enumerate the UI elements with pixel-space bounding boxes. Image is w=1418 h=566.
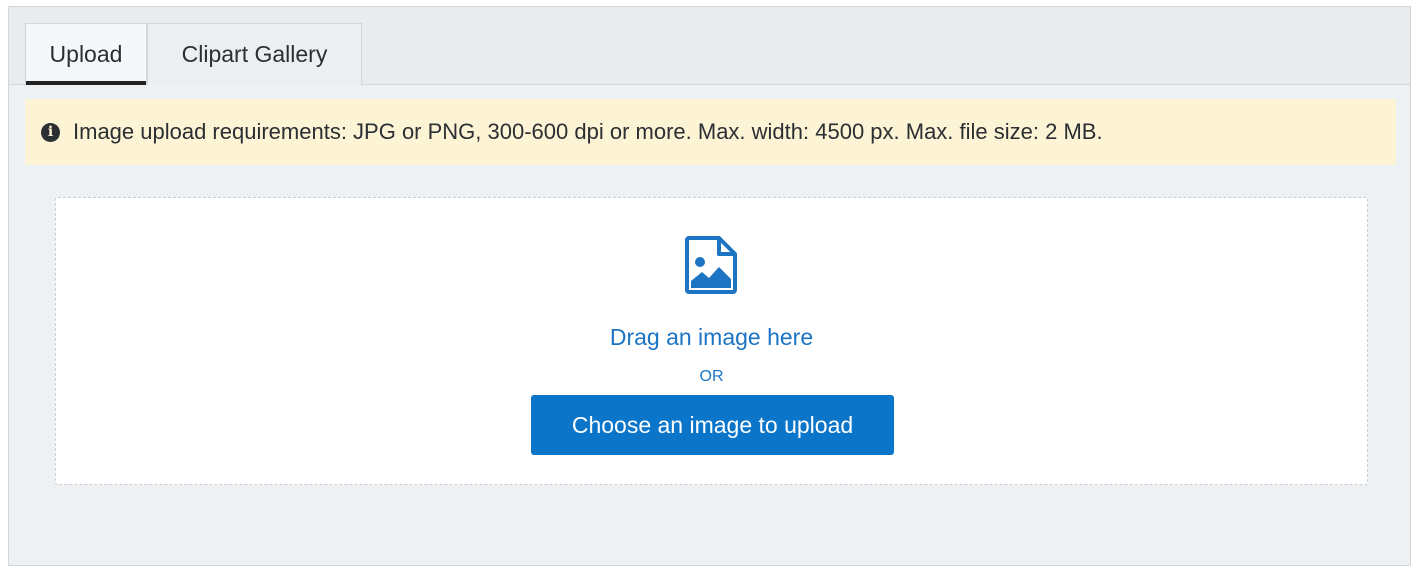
upload-requirements-notice: i Image upload requirements: JPG or PNG,… [25,99,1396,165]
info-icon: i [41,122,60,142]
notice-text: Image upload requirements: JPG or PNG, 3… [73,119,1103,144]
tab-upload[interactable]: Upload [25,23,147,85]
upload-panel: Upload Clipart Gallery i Image upload re… [8,6,1411,566]
tab-bar: Upload Clipart Gallery [9,7,1410,85]
tab-clipart-gallery[interactable]: Clipart Gallery [147,23,362,85]
or-separator: OR [699,368,724,385]
choose-image-button[interactable]: Choose an image to upload [531,395,894,455]
drag-image-text: Drag an image here [609,324,814,350]
image-file-icon [685,236,737,294]
image-dropzone[interactable]: Drag an image here OR Choose an image to… [55,197,1368,485]
